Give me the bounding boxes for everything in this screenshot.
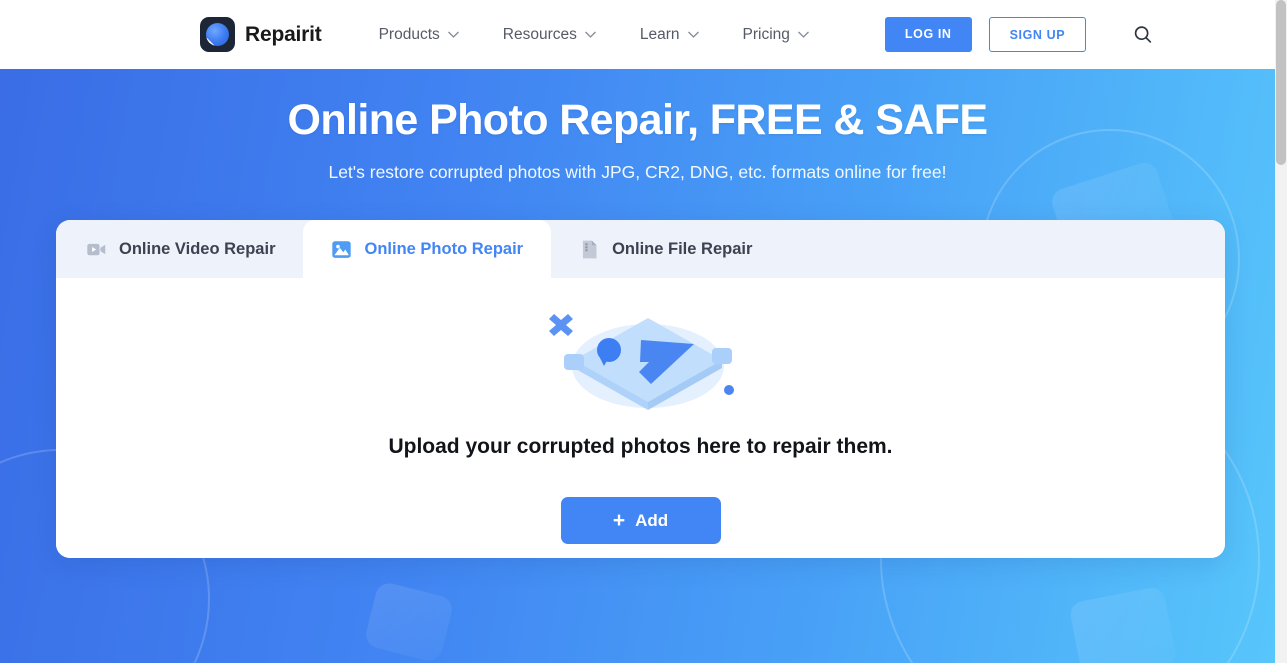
nav-item-resources-label: Resources <box>502 25 577 43</box>
search-icon[interactable] <box>1131 23 1155 47</box>
chevron-down-icon <box>585 31 596 38</box>
chevron-down-icon <box>447 31 459 38</box>
log-in-button[interactable]: LOG IN <box>884 17 972 52</box>
repairit-logo-icon <box>200 17 235 52</box>
add-button[interactable]: + Add <box>560 497 721 544</box>
tab-online-video-repair[interactable]: Online Video Repair <box>56 220 303 278</box>
nav-item-learn-label: Learn <box>639 25 680 43</box>
nav-item-learn[interactable]: Learn <box>640 26 699 44</box>
nav-item-products[interactable]: Products <box>379 26 459 44</box>
upload-instruction-text: Upload your corrupted photos here to rep… <box>388 435 893 458</box>
nav-item-pricing-label: Pricing <box>742 25 790 43</box>
nav-actions: LOG IN SIGN UP <box>884 17 1155 52</box>
repair-panel: Online Video Repair Online Photo Repair <box>56 220 1225 558</box>
upload-drop-area[interactable]: Upload your corrupted photos here to rep… <box>56 278 1225 558</box>
page-subtitle: Let's restore corrupted photos with JPG,… <box>328 162 947 182</box>
nav-item-pricing[interactable]: Pricing <box>743 26 809 44</box>
add-button-label: Add <box>635 510 669 530</box>
scrollbar-thumb[interactable] <box>1276 0 1286 165</box>
video-camera-icon <box>87 243 106 255</box>
decorative-card-shape <box>363 580 455 663</box>
page-root: Repairit Products Resources Learn Pricin… <box>0 0 1287 663</box>
tab-online-video-repair-label: Online Video Repair <box>119 239 276 258</box>
plus-icon: + <box>612 509 626 532</box>
isometric-photo-upload-illustration <box>536 300 746 415</box>
tab-online-photo-repair-label: Online Photo Repair <box>364 239 524 258</box>
sign-up-button[interactable]: SIGN UP <box>988 17 1087 52</box>
brand-name: Repairit <box>245 22 322 46</box>
top-navigation-bar: Repairit Products Resources Learn Pricin… <box>0 0 1275 69</box>
decorative-card-shape <box>1068 585 1178 663</box>
tab-bar: Online Video Repair Online Photo Repair <box>56 220 1225 278</box>
tab-online-photo-repair[interactable]: Online Photo Repair <box>303 220 552 278</box>
tab-online-file-repair-label: Online File Repair <box>612 239 753 258</box>
image-picture-icon <box>332 240 352 258</box>
page-title: Online Photo Repair, FREE & SAFE <box>287 96 989 144</box>
document-file-icon <box>583 240 597 258</box>
hero-section: Online Photo Repair, FREE & SAFE Let's r… <box>0 69 1275 663</box>
nav-item-products-label: Products <box>378 25 440 43</box>
nav-links: Products Resources Learn Pricing <box>379 26 853 44</box>
chevron-down-icon <box>687 31 699 38</box>
brand-logo-link[interactable]: Repairit <box>200 17 322 52</box>
page-scrollbar[interactable] <box>1275 0 1287 663</box>
chevron-down-icon <box>798 31 809 38</box>
nav-item-resources[interactable]: Resources <box>503 26 596 44</box>
tab-online-file-repair[interactable]: Online File Repair <box>551 220 780 278</box>
